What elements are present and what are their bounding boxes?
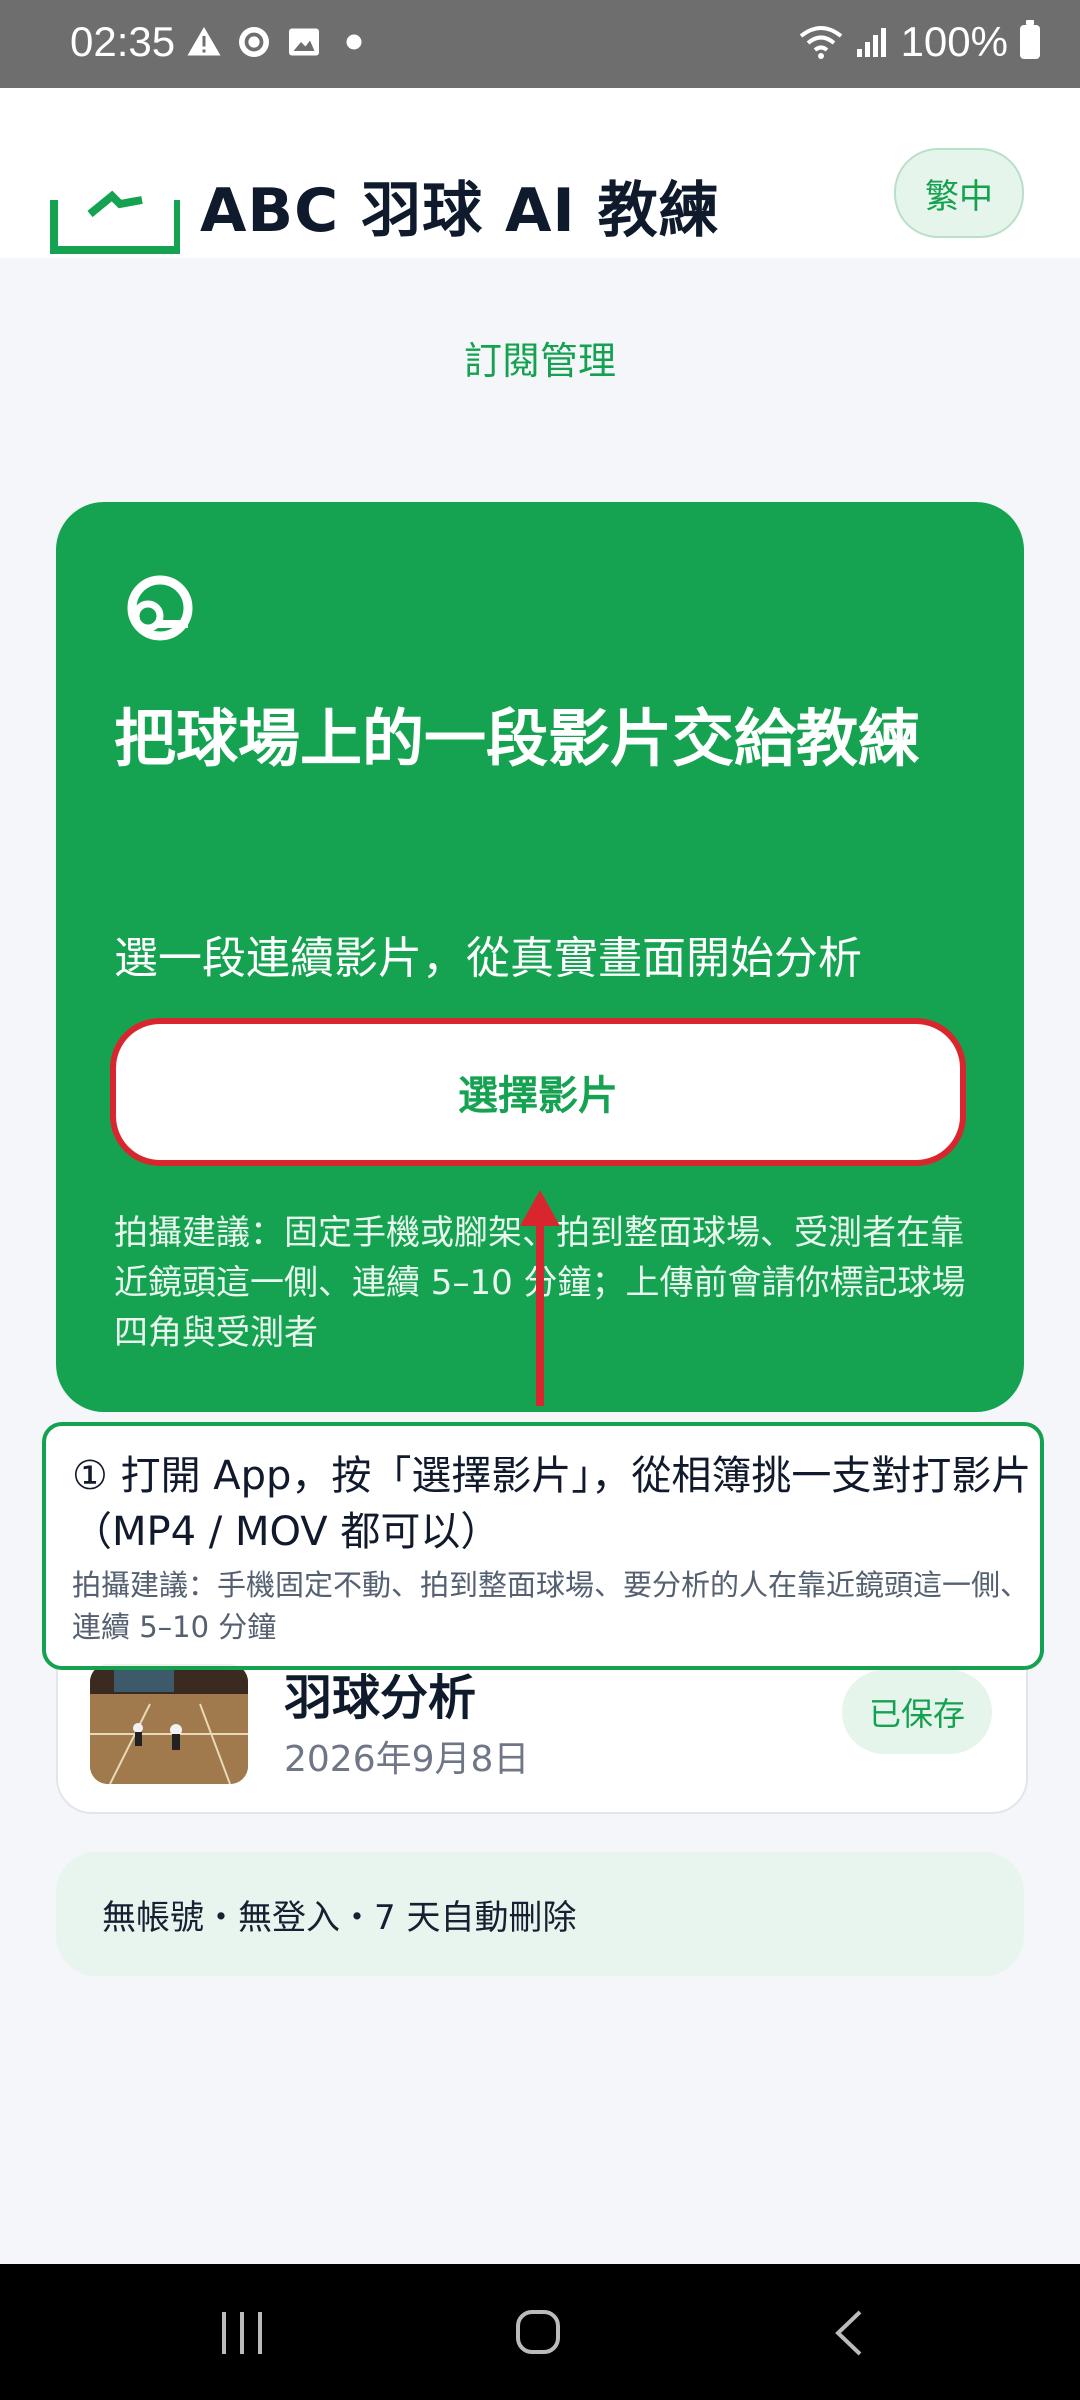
status-bar: 02:35 100%: [0, 0, 1080, 88]
subscription-link[interactable]: 訂閱管理: [0, 330, 1080, 385]
hero-title: 把球場上的一段影片交給教練: [114, 702, 921, 775]
status-right: 100%: [799, 18, 1040, 66]
dot-icon: [346, 34, 362, 50]
signal-icon: [856, 28, 886, 57]
warning-icon: [187, 27, 221, 56]
battery-icon: [1020, 20, 1040, 59]
battery-percent: 100%: [900, 18, 1008, 65]
home-icon[interactable]: [510, 2308, 570, 2358]
annotation-arrow-icon: [520, 1190, 560, 1406]
recent-apps-icon[interactable]: [212, 2308, 272, 2358]
video-upload-icon: [127, 575, 193, 641]
video-thumbnail: [90, 1664, 248, 1784]
privacy-info: 無帳號・無登入・7 天自動刪除: [56, 1852, 1024, 1976]
wifi-icon: [799, 26, 842, 59]
language-button[interactable]: 繁中: [894, 148, 1024, 238]
back-icon[interactable]: [820, 2308, 880, 2358]
status-time: 02:35: [70, 18, 176, 65]
annotation-note: 拍攝建議：手機固定不動、拍到整面球場、要分析的人在靠近鏡頭這一側、連續 5–10…: [72, 1568, 1030, 1644]
app-title: ABC 羽球 AI 教練: [200, 176, 720, 246]
analysis-date: 2026年9月8日: [284, 1739, 530, 1780]
image-icon: [289, 28, 319, 56]
hero-subtitle: 選一段連續影片，從真實畫面開始分析: [114, 933, 862, 984]
sync-icon: [239, 27, 269, 57]
tutorial-annotation: ① 打開 App，按「選擇影片」，從相簿挑一支對打影片（MP4 / MOV 都可…: [42, 1422, 1044, 1670]
system-nav-bar: [0, 2264, 1080, 2400]
annotation-step-text: ① 打開 App，按「選擇影片」，從相簿挑一支對打影片（MP4 / MOV 都可…: [72, 1453, 1032, 1555]
select-video-button[interactable]: 選擇影片: [116, 1024, 960, 1160]
status-left-icons: [186, 24, 372, 60]
saved-badge: 已保存: [842, 1670, 992, 1754]
app-logo-icon: [50, 190, 180, 254]
court-thumbnail-icon: [90, 1664, 248, 1784]
